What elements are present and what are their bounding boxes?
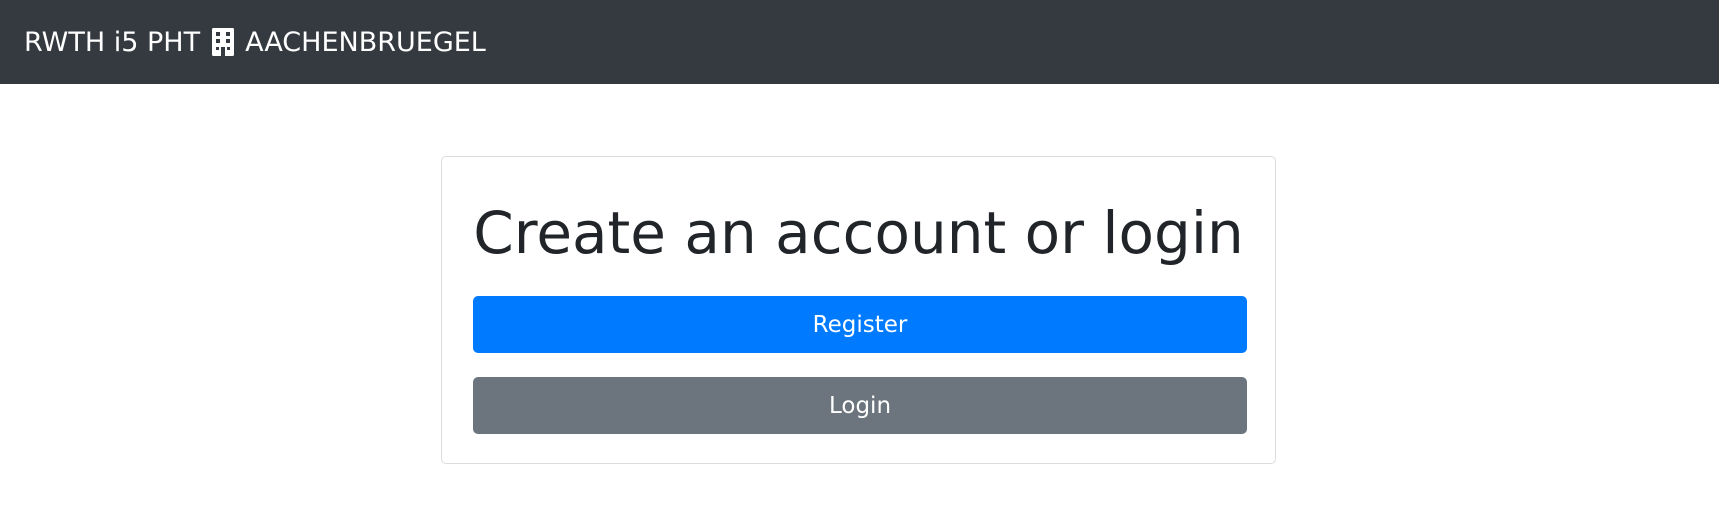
register-button[interactable]: Register: [473, 296, 1247, 353]
brand-suffix: AACHENBRUEGEL: [245, 26, 486, 58]
auth-card: Create an account or login Register Logi…: [441, 156, 1276, 464]
navbar-brand[interactable]: RWTH i5 PHT AACHENBRUEGEL: [24, 27, 486, 58]
page-title: Create an account or login: [473, 199, 1244, 267]
login-button[interactable]: Login: [473, 377, 1247, 434]
building-icon: [209, 27, 237, 57]
brand-prefix: RWTH i5 PHT: [24, 26, 201, 58]
top-navbar: RWTH i5 PHT AACHENBRUEGEL: [0, 0, 1719, 84]
